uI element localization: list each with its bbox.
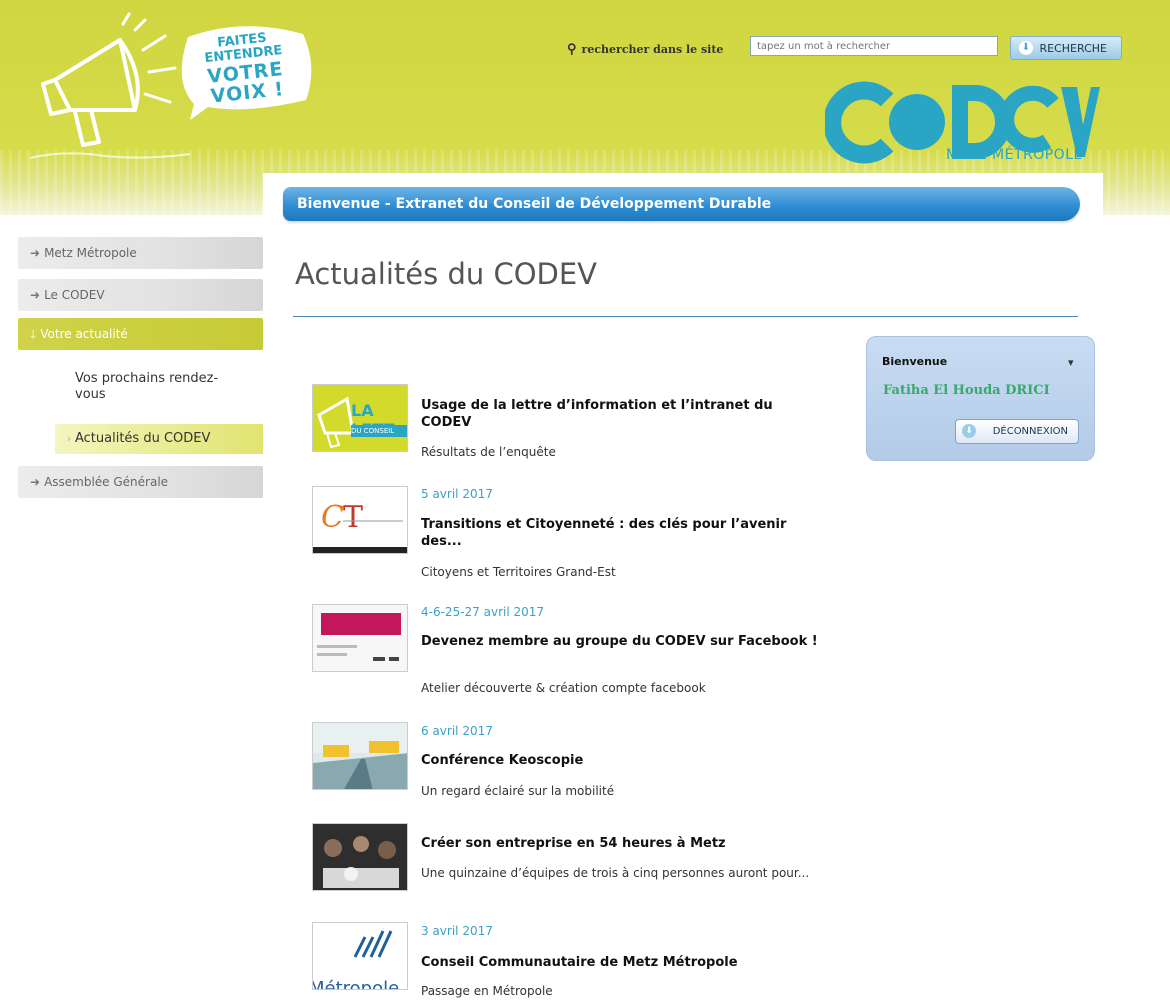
search-label-text: rechercher dans le site: [581, 43, 724, 56]
sidebar-subitem-label: Actualités du CODEV: [75, 431, 211, 446]
meeting-photo: [313, 824, 407, 890]
news-description: Passage en Métropole: [421, 984, 553, 998]
user-name: Fatiha El Houda DRICI: [883, 383, 1050, 398]
slogan: FAITES ENTENDRE VOTRE VOIX !: [177, 27, 314, 111]
news-description: Citoyens et Territoires Grand-Est: [421, 565, 616, 579]
logout-button-label: DÉCONNEXION: [992, 426, 1068, 437]
search-button[interactable]: ⬇ RECHERCHE: [1010, 36, 1122, 60]
sidebar-subitem-actualites[interactable]: › Actualités du CODEV: [55, 424, 265, 454]
thumb-text: : Métropole: [312, 957, 400, 990]
welcome-heading: Bienvenue: [882, 355, 948, 368]
search-button-label: RECHERCHE: [1039, 41, 1108, 55]
caret-down-icon[interactable]: ▾: [1068, 356, 1074, 369]
svg-text:C: C: [321, 500, 344, 535]
chevron-right-icon: ›: [67, 434, 71, 445]
svg-text:T: T: [343, 500, 363, 535]
logout-button[interactable]: ⬇ DÉCONNEXION: [955, 419, 1079, 444]
search-input[interactable]: [750, 36, 998, 56]
search-icon: ⚲: [567, 42, 577, 57]
sidebar-item-label: Assemblée Générale: [44, 475, 169, 489]
news-title[interactable]: Devenez membre au groupe du CODEV sur Fa…: [421, 634, 821, 651]
arrow-right-icon: ➜: [30, 475, 41, 489]
arrow-right-icon: ➜: [30, 288, 41, 302]
sidebar-item-label: Le CODEV: [44, 288, 105, 302]
news-thumbnail[interactable]: LA LETT DU CONSEIL: [312, 384, 408, 452]
welcome-banner-text: Bienvenue - Extranet du Conseil de Dével…: [297, 196, 772, 212]
news-date: 5 avril 2017: [421, 487, 493, 501]
news-date: 4-6-25-27 avril 2017: [421, 605, 545, 619]
mobility-illustration: [313, 723, 407, 789]
news-thumbnail[interactable]: : Métropole: [312, 922, 408, 990]
logo-subtitle: METZ MÉTROPOLE: [946, 147, 1083, 163]
news-thumbnail[interactable]: [312, 823, 408, 891]
page-title: Actualités du CODEV: [295, 257, 598, 291]
news-description: Un regard éclairé sur la mobilité: [421, 784, 615, 798]
facebook-page-image: [313, 605, 407, 671]
news-description: Atelier découverte & création compte fac…: [421, 681, 706, 695]
news-description: Une quinzaine d’équipes de trois à cinq …: [421, 866, 810, 880]
news-thumbnail[interactable]: [312, 722, 408, 790]
sidebar-item-votre-actualite[interactable]: 🡓 Votre actualité: [18, 318, 263, 350]
news-title[interactable]: Créer son entreprise en 54 heures à Metz: [421, 836, 821, 853]
arrow-right-icon: ➜: [30, 246, 41, 260]
news-date: 6 avril 2017: [421, 724, 493, 738]
news-date: 3 avril 2017: [421, 924, 493, 938]
news-description: Résultats de l’enquête: [421, 445, 556, 459]
sidebar-item-metz-metropole[interactable]: ➜ Metz Métropole: [18, 237, 263, 269]
thumb-subtext: DU CONSEIL: [351, 425, 407, 437]
sidebar-subitem-rendez-vous[interactable]: Vos prochains rendez-vous: [75, 371, 225, 404]
arrow-down-icon: ⬇: [962, 424, 976, 438]
news-title[interactable]: Conseil Communautaire de Metz Métropole: [421, 955, 821, 972]
news-thumbnail[interactable]: [312, 604, 408, 672]
arrow-down-icon: ⬇: [1019, 41, 1033, 55]
news-title[interactable]: Transitions et Citoyenneté : des clés po…: [421, 517, 821, 551]
sidebar-item-le-codev[interactable]: ➜ Le CODEV: [18, 279, 263, 311]
sidebar-item-label: Votre actualité: [40, 327, 128, 341]
sidebar-item-label: Metz Métropole: [44, 246, 137, 260]
search-label: ⚲ rechercher dans le site: [567, 42, 723, 57]
arrow-down-icon: 🡓: [30, 327, 37, 341]
news-thumbnail[interactable]: C T: [312, 486, 408, 554]
citizens-logo: C T: [313, 500, 407, 553]
sidebar-item-assemblee-generale[interactable]: ➜ Assemblée Générale: [18, 466, 263, 498]
news-title[interactable]: Usage de la lettre d’information et l’in…: [421, 398, 821, 432]
title-divider: [293, 316, 1078, 317]
news-title[interactable]: Conférence Keoscopie: [421, 753, 821, 770]
